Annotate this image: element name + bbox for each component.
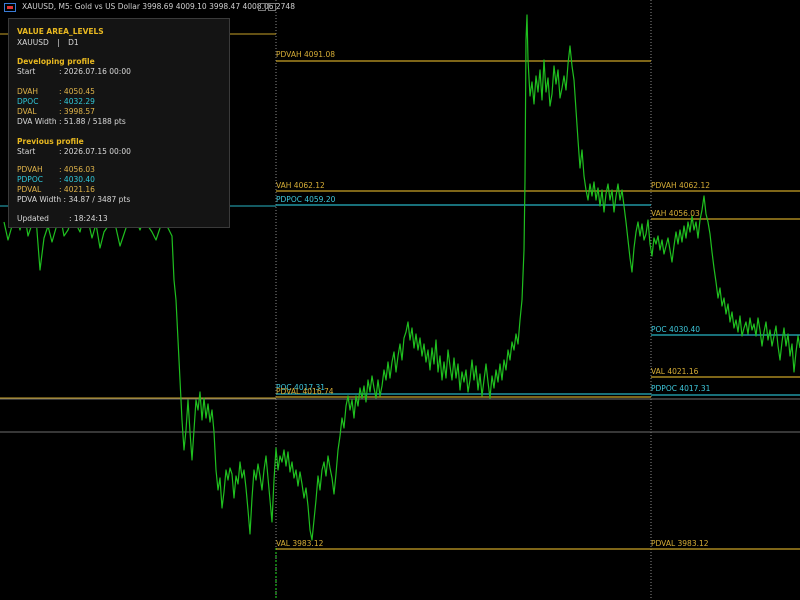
label-pdpoc-4017: PDPOC 4017.31 xyxy=(651,384,711,393)
updated-label: Updated xyxy=(17,214,49,223)
dval-label: DVAL xyxy=(17,107,37,116)
colon: : xyxy=(59,185,62,194)
pdvah-row: PDVAH: 4056.03 xyxy=(17,165,95,174)
colon: : xyxy=(59,117,62,126)
colon: : xyxy=(69,214,72,223)
panel-timeframe: D1 xyxy=(68,38,79,47)
value-area-panel: VALUE AREA_LEVELS XAUUSD | D1 Developing… xyxy=(8,18,230,228)
pdvah-label: PDVAH xyxy=(17,165,43,174)
chart-title: XAUUSD, M5: Gold vs US Dollar 3998.69 40… xyxy=(22,2,295,11)
pdval-row: PDVAL: 4021.16 xyxy=(17,185,95,194)
colon: : xyxy=(59,97,62,106)
pdva-width-row: PDVA Width : 34.87 / 3487 pts xyxy=(17,195,130,204)
label-vah-4056: VAH 4056.03 xyxy=(651,209,700,218)
dvah-row: DVAH: 4050.45 xyxy=(17,87,95,96)
dval-row: DVAL: 3998.57 xyxy=(17,107,95,116)
updated-value: 18:24:13 xyxy=(73,214,108,223)
panel-separator: | xyxy=(57,38,60,47)
label-pdval-4016: PDVAL 4016.74 xyxy=(276,387,334,396)
dvah-value: 4050.45 xyxy=(63,87,95,96)
colon: : xyxy=(59,87,62,96)
updated-row: Updated: 18:24:13 xyxy=(17,214,108,223)
chart-title-bar: XAUUSD, M5: Gold vs US Dollar 3998.69 40… xyxy=(0,0,800,16)
dvah-label: DVAH xyxy=(17,87,39,96)
label-poc-4030: POC 4030.40 xyxy=(651,325,701,334)
label-pdvah-4091: PDVAH 4091.08 xyxy=(276,50,335,59)
colon: : xyxy=(59,175,62,184)
dva-width-label: DVA Width xyxy=(17,117,57,126)
dpoc-row: DPOC: 4032.29 xyxy=(17,97,95,106)
dva-width-value: 51.88 / 5188 pts xyxy=(63,117,126,126)
label-pdpoc-4059: PDPOC 4059.20 xyxy=(276,195,336,204)
panel-title: VALUE AREA_LEVELS xyxy=(17,27,104,36)
dval-value: 3998.57 xyxy=(63,107,95,116)
developing-start-value: 2026.07.16 00:00 xyxy=(63,67,131,76)
chart-window-icon xyxy=(4,3,16,12)
pdval-value: 4021.16 xyxy=(63,185,95,194)
pdva-width-label: PDVA Width xyxy=(17,195,62,204)
panel-symbol-row: XAUUSD | D1 xyxy=(17,38,79,47)
dpoc-value: 4032.29 xyxy=(63,97,95,106)
previous-start-value: 2026.07.15 00:00 xyxy=(63,147,131,156)
colon: : xyxy=(59,165,62,174)
label-val-4021: VAL 4021.16 xyxy=(651,367,699,376)
developing-start-row: Start: 2026.07.16 00:00 xyxy=(17,67,131,76)
label-vah-4062: VAH 4062.12 xyxy=(276,181,325,190)
close-icon[interactable] xyxy=(268,3,276,11)
pdval-label: PDVAL xyxy=(17,185,42,194)
colon: : xyxy=(63,195,67,204)
pdva-width-value: 34.87 / 3487 pts xyxy=(68,195,131,204)
label-val-3983: VAL 3983.12 xyxy=(276,539,324,548)
colon: : xyxy=(59,107,62,116)
colon: : xyxy=(59,147,62,156)
pdpoc-row: PDPOC: 4030.40 xyxy=(17,175,95,184)
label-pdvah-4062: PDVAH 4062.12 xyxy=(651,181,710,190)
colon: : xyxy=(59,67,62,76)
developing-heading: Developing profile xyxy=(17,57,95,66)
dpoc-label: DPOC xyxy=(17,97,39,106)
previous-start-row: Start: 2026.07.15 00:00 xyxy=(17,147,131,156)
pdpoc-value: 4030.40 xyxy=(63,175,95,184)
developing-start-label: Start xyxy=(17,67,36,76)
label-pdval-3983: PDVAL 3983.12 xyxy=(651,539,709,548)
restore-icon[interactable] xyxy=(258,3,266,11)
pdvah-value: 4056.03 xyxy=(63,165,95,174)
pdpoc-label: PDPOC xyxy=(17,175,43,184)
previous-start-label: Start xyxy=(17,147,36,156)
panel-symbol: XAUUSD xyxy=(17,38,49,47)
previous-heading: Previous profile xyxy=(17,137,84,146)
dva-width-row: DVA Width : 51.88 / 5188 pts xyxy=(17,117,126,126)
